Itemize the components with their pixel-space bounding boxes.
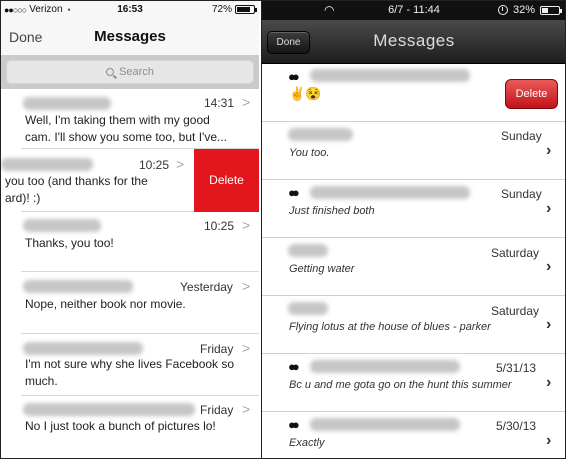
contact-name-redacted (1, 158, 93, 171)
message-time: Saturday (491, 246, 540, 260)
message-preview: Bc u and me gota go on the hunt this sum… (289, 379, 512, 391)
message-preview: Flying lotus at the house of blues - par… (289, 321, 491, 333)
message-time: Sunday (501, 187, 542, 201)
page-title: Messages (94, 28, 166, 45)
message-time: Saturday (491, 304, 540, 318)
contact-name-redacted (23, 280, 133, 293)
status-bar: ◠ 6/7 - 11:44 32% (262, 1, 565, 20)
chevron-right-icon: > (176, 156, 185, 172)
conversation-row[interactable]: Saturday Getting water › (262, 238, 565, 296)
message-preview-line: Thanks, you too! (25, 236, 114, 250)
search-placeholder: Search (119, 66, 154, 78)
chevron-right-icon: › (546, 316, 552, 333)
message-time: 5/30/13 (496, 419, 537, 433)
group-contacts-icon: ●● (288, 359, 300, 374)
conversation-row[interactable]: Friday > No I just took a bunch of pictu… (1, 396, 259, 458)
battery-percent: 32% (512, 4, 535, 16)
contact-name-redacted (310, 418, 460, 431)
contact-name-redacted (288, 244, 328, 257)
conversation-row[interactable]: ●● Sunday Just finished both › (262, 180, 565, 238)
contact-name-redacted (23, 97, 111, 110)
contact-name-redacted (310, 69, 470, 82)
conversation-row[interactable]: Saturday Flying lotus at the house of bl… (262, 296, 565, 354)
conversation-row[interactable]: 14:31 > Well, I'm taking them with my go… (1, 89, 259, 149)
battery-icon (540, 5, 562, 15)
conversation-row[interactable]: ●● 5/30/13 Exactly › (262, 412, 565, 458)
navigation-bar: Done Messages (1, 19, 259, 55)
status-bar: ●●○○○ Verizon ◔ 16:53 72% (1, 1, 259, 19)
message-time: Sunday (501, 129, 542, 143)
chevron-right-icon: > (242, 217, 251, 233)
chevron-right-icon: › (546, 258, 552, 275)
page-title: Messages (373, 31, 455, 50)
message-time: Yesterday (180, 280, 233, 294)
message-time: 10:25 (204, 219, 235, 233)
delete-button[interactable]: Delete (194, 149, 259, 212)
message-time: 10:25 (139, 158, 170, 172)
right-phone-screen: ◠ 6/7 - 11:44 32% Done Messages ●● ✌️😵 D… (261, 1, 565, 458)
contact-name-redacted (23, 219, 101, 232)
search-input[interactable]: Search (6, 60, 254, 84)
conversation-row[interactable]: ●● 5/31/13 Bc u and me gota go on the hu… (262, 354, 565, 412)
contact-name-redacted (23, 342, 143, 355)
message-preview-line: ard)! :) (5, 191, 41, 205)
chevron-right-icon: > (242, 94, 251, 110)
left-phone-screen: ●●○○○ Verizon ◔ 16:53 72% Done Messages … (1, 1, 259, 458)
battery-percent: 72% (211, 4, 232, 15)
chevron-right-icon: > (242, 340, 251, 356)
contact-name-redacted (23, 403, 195, 416)
message-preview-line: you too (and thanks for the (5, 174, 148, 188)
message-time: Friday (200, 403, 234, 417)
message-preview-line: much. (25, 374, 58, 388)
message-time: 14:31 (204, 96, 235, 110)
message-preview: Getting water (289, 263, 355, 275)
message-preview-line: No I just took a bunch of pictures lo! (25, 419, 216, 433)
message-preview-line: I'm not sure why she lives Facebook so (25, 357, 235, 371)
contact-name-redacted (288, 302, 328, 315)
conversation-row[interactable]: Sunday You too. › (262, 122, 565, 180)
chevron-right-icon: > (242, 278, 251, 294)
chevron-right-icon: › (546, 374, 552, 391)
contact-name-redacted (310, 186, 470, 199)
message-preview-line: cam. I'll show you some too, but I've... (25, 130, 228, 144)
message-preview: ✌️😵 (289, 86, 322, 101)
delete-button[interactable]: Delete (505, 79, 558, 109)
group-contacts-icon: ●● (288, 185, 300, 200)
group-contacts-icon: ●● (288, 69, 300, 84)
group-contacts-icon: ●● (288, 417, 300, 432)
message-time: Friday (200, 342, 234, 356)
battery-icon (235, 5, 257, 14)
conversation-row[interactable]: 10:25 > Thanks, you too! (1, 212, 259, 272)
search-icon (106, 68, 115, 76)
message-preview: Just finished both (289, 205, 375, 217)
chevron-right-icon: › (546, 432, 552, 449)
message-preview-line: Well, I'm taking them with my good (25, 113, 210, 127)
conversation-row[interactable]: Yesterday > Nope, neither book nor movie… (1, 272, 259, 334)
chevron-right-icon: › (546, 142, 552, 159)
chevron-right-icon: › (546, 200, 552, 217)
message-preview: You too. (289, 147, 330, 159)
contact-name-redacted (310, 360, 460, 373)
contact-name-redacted (288, 128, 353, 141)
message-preview-line: Nope, neither book nor movie. (25, 297, 186, 311)
message-time: 5/31/13 (496, 361, 537, 375)
alarm-clock-icon (497, 5, 508, 15)
navigation-bar: Done Messages (262, 20, 565, 64)
chevron-right-icon: > (242, 401, 251, 417)
message-preview: Exactly (289, 437, 325, 449)
conversation-row[interactable]: Friday > I'm not sure why she lives Face… (1, 334, 259, 396)
